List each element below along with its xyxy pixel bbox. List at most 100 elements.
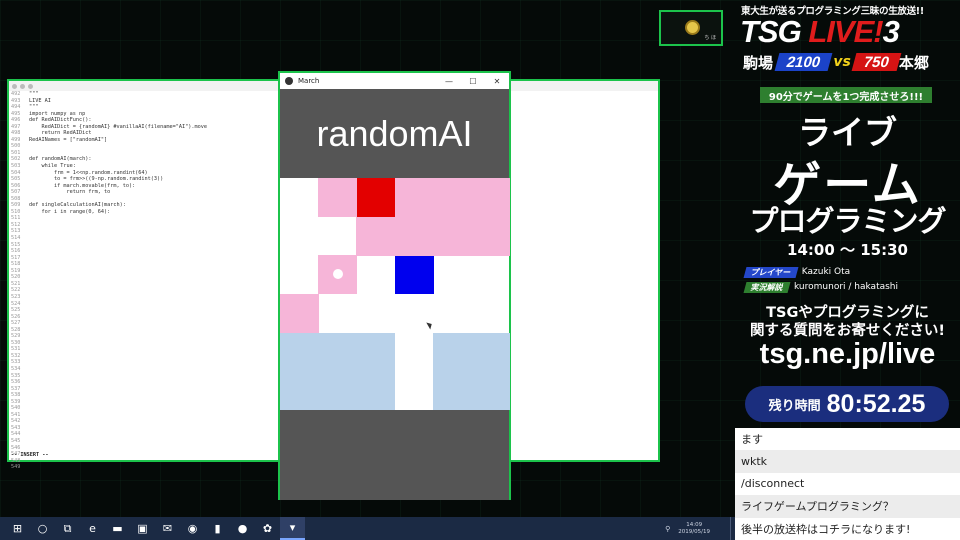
left-score: 2100 [774,53,833,71]
board-cell[interactable] [394,255,434,295]
edge-icon[interactable]: e [80,517,105,540]
code-text: def singleCalculationAI(march): [29,202,126,209]
code-text: import numpy as np [29,110,86,117]
chrome-icon[interactable]: ◉ [180,517,205,540]
board-cell[interactable] [432,178,472,217]
emblem-icon [685,20,700,35]
board-cell[interactable] [356,216,396,256]
search-icon[interactable]: ○ [30,517,55,540]
code-text: return RedAIDict [29,130,92,137]
left-campus: 駒場 [743,53,774,72]
code-text: frm = 1<<np.random.randint(64) [29,169,148,176]
board-cell[interactable] [280,332,319,372]
network-icon[interactable]: ⚲ [665,525,670,533]
player-row: プレイヤー Kazuki Ota [743,266,851,278]
camera-box: ち ほ [659,10,723,46]
game-titlebar[interactable]: March — ☐ ✕ [280,73,509,89]
question-prompt: TSGやプログラミングに 関する質問をお寄せください! [735,304,960,340]
board-cell[interactable] [356,371,396,411]
timer-value: 80:52.25 [826,389,926,418]
player-label: プレイヤー [743,266,799,278]
right-score: 750 [851,53,902,71]
code-text: RedAIDict = {randomAI} #vanillaAI(filena… [29,123,208,130]
code-text: to = frm>>((9-np.random.randint(3)) [29,176,164,183]
maximize-button[interactable]: ☐ [461,77,485,86]
close-button[interactable]: ✕ [485,77,509,86]
march-app-icon [285,77,293,85]
maximize-dot-icon[interactable] [28,83,33,89]
close-dot-icon[interactable] [12,83,17,89]
board-cell[interactable] [356,255,395,294]
chat-item: ます [741,433,763,447]
window-title: March [298,77,320,85]
player-name: Kazuki Ota [801,267,851,277]
code-text: """ [29,91,39,97]
brand-number: 3 [882,14,900,49]
title-line-3: プログラミング [749,204,946,238]
board-cell[interactable] [356,178,396,217]
code-text: def randomAI(march): [29,156,92,163]
code-text: RedAINames = ["randomAI"] [29,136,108,143]
mouse-cursor-icon [426,320,434,330]
board-cell[interactable] [470,178,510,217]
board-cell[interactable] [280,294,319,333]
board-cell[interactable] [394,216,434,256]
chat-item: 後半の放送枠はコチラになります! [741,522,911,536]
brand-tsg: TSG [740,14,809,49]
board-cell[interactable] [432,371,472,411]
vim-mode-indicator: -- INSERT -- [11,452,49,458]
board-cell[interactable] [432,216,472,256]
board-cell[interactable] [470,332,510,372]
chat-item: /disconnect [741,477,805,491]
commentary-row: 実況解説 kuromunori / hakatashi [743,281,898,293]
player-name-header: randomAI [280,89,509,178]
brand-live: LIVE! [808,14,883,49]
code-text: for i in range(0, 64): [29,208,111,215]
score-row: 駒場 2100 vs 750 本郷 [743,52,929,72]
question-line-1: TSGやプログラミングに [766,305,929,321]
cam-caption: ち ほ [704,35,716,41]
game-board[interactable] [280,178,510,411]
terminal-icon[interactable]: ▮ [205,517,230,540]
board-cell[interactable] [318,332,358,372]
board-cell[interactable] [432,332,472,372]
chat-panel: ます wktk /disconnect ライフゲームプログラミング？ 後半の放送… [735,428,960,540]
clock-time: 14:09 [686,521,703,528]
code-text: return frm, to [29,189,111,196]
system-clock[interactable]: 14:09 2019/05/19 [678,522,710,536]
windows-start-icon[interactable]: ⊞ [5,517,30,540]
app-icon[interactable]: ✿ [255,517,280,540]
subtitle-bar: 90分でゲームを1つ完成させろ!!! [760,87,932,103]
file-explorer-icon[interactable]: ▬ [105,517,130,540]
code-text: def RedAIDictFunc(): [29,117,92,124]
code-text: LIVE AI [29,97,51,104]
time-range: 14:00 〜 15:30 [787,241,908,259]
board-cell[interactable] [356,332,396,372]
board-cell[interactable] [470,216,510,256]
minimize-dot-icon[interactable] [20,83,25,89]
minimize-button[interactable]: — [437,77,461,86]
board-cell[interactable] [280,371,319,411]
media-icon[interactable]: ● [230,517,255,540]
line-number: 549 [11,464,21,471]
march-app-icon[interactable]: ▾ [280,517,305,540]
game-footer [280,410,509,500]
board-cell[interactable] [318,371,358,411]
board-cell[interactable] [470,371,510,411]
code-text: if march.movable(frm, to): [29,182,136,189]
show-desktop-button[interactable] [730,517,735,540]
task-view-icon[interactable]: ⧉ [55,517,80,540]
commentary-label: 実況解説 [743,281,791,293]
timer-label: 残り時間 [768,398,821,414]
chat-item: ライフゲームプログラミング？ [735,495,960,518]
brand-logo: TSG LIVE!3 [740,14,900,50]
march-game-window[interactable]: March — ☐ ✕ randomAI [278,71,511,500]
live-url: tsg.ne.jp/live [759,338,936,370]
right-campus: 本郷 [898,53,929,72]
mail-icon[interactable]: ✉ [155,517,180,540]
piece-dot[interactable] [333,269,343,279]
board-cell[interactable] [318,178,358,217]
code-text: while True: [29,163,76,170]
store-icon[interactable]: ▣ [130,517,155,540]
board-cell[interactable] [394,178,434,217]
